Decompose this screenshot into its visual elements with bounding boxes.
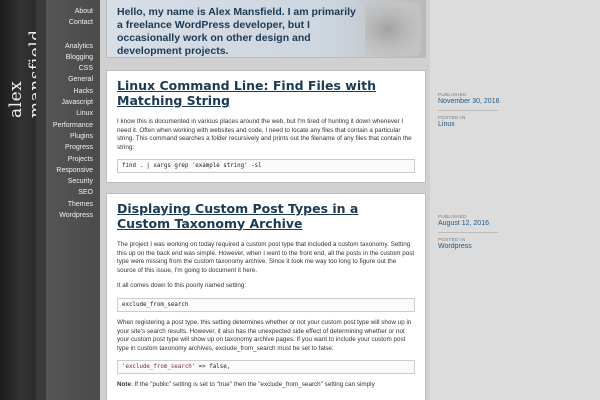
category-link-performance[interactable]: Performance bbox=[46, 120, 93, 131]
intro-banner: Hello, my name is Alex Mansfield. I am p… bbox=[106, 0, 426, 58]
post-paragraph: I know this is documented in various pla… bbox=[117, 118, 412, 151]
category-link-javascript[interactable]: Javascript bbox=[46, 97, 93, 108]
meta-divider bbox=[438, 110, 498, 111]
post-linux-find: Linux Command Line: Find Files with Matc… bbox=[106, 70, 426, 183]
category-link-general[interactable]: General bbox=[46, 74, 93, 85]
nav-link-contact[interactable]: Contact bbox=[46, 17, 93, 28]
code-string: 'exclude_from_search' bbox=[122, 364, 196, 371]
category-link-plugins[interactable]: Plugins bbox=[46, 131, 93, 142]
nav-link-about[interactable]: About bbox=[46, 6, 93, 17]
note-label: Note bbox=[117, 381, 131, 389]
code-block: find . | xargs grep 'example string' -sl bbox=[117, 159, 415, 174]
post-paragraph: The project I was working on today requi… bbox=[117, 241, 415, 274]
post-meta-custom-post-types: PUBLISHED August 12, 2016 POSTED IN Word… bbox=[438, 214, 538, 251]
post-title[interactable]: Displaying Custom Post Types in a Custom… bbox=[117, 201, 415, 231]
category-link-hacks[interactable]: Hacks bbox=[46, 86, 93, 97]
code-block: 'exclude_from_search' => false, bbox=[117, 360, 415, 375]
meta-background bbox=[430, 0, 600, 400]
sidebar-nav: About Contact Analytics Blogging CSS Gen… bbox=[46, 0, 100, 400]
post-paragraph: When registering a post type, this setti… bbox=[117, 318, 412, 352]
category-link-wordpress[interactable]: Wordpress bbox=[46, 210, 93, 221]
note-text: : If the "public" setting is set to "tru… bbox=[131, 381, 375, 389]
category-link-css[interactable]: CSS bbox=[46, 63, 93, 74]
post-custom-post-types: Displaying Custom Post Types in a Custom… bbox=[106, 193, 426, 400]
post-paragraph: It all comes down to this poorly named s… bbox=[117, 282, 247, 290]
portrait-sketch-image bbox=[365, 2, 421, 56]
meta-divider bbox=[438, 232, 498, 233]
posted-in-category[interactable]: Wordpress bbox=[438, 242, 538, 251]
category-link-responsive[interactable]: Responsive bbox=[46, 165, 93, 176]
posted-in-category[interactable]: Linux bbox=[438, 120, 538, 129]
category-link-progress[interactable]: Progress bbox=[46, 142, 93, 153]
category-link-security[interactable]: Security bbox=[46, 176, 93, 187]
published-date: November 30, 2016 bbox=[438, 98, 500, 105]
nav-stripe-dark bbox=[36, 0, 46, 400]
category-link-projects[interactable]: Projects bbox=[46, 154, 93, 165]
post-title[interactable]: Linux Command Line: Find Files with Matc… bbox=[117, 78, 415, 108]
category-link-seo[interactable]: SEO bbox=[46, 187, 93, 198]
code-text: => false, bbox=[195, 364, 231, 371]
post-note: Note: If the "public" setting is set to … bbox=[117, 381, 415, 390]
category-list: Analytics Blogging CSS General Hacks Jav… bbox=[46, 41, 93, 222]
site-name-bar: alex mansfield bbox=[0, 0, 46, 400]
category-link-linux[interactable]: Linux bbox=[46, 108, 93, 119]
category-link-blogging[interactable]: Blogging bbox=[46, 52, 93, 63]
post-meta-linux: PUBLISHED November 30, 2016 POSTED IN Li… bbox=[438, 92, 538, 129]
intro-text: Hello, my name is Alex Mansfield. I am p… bbox=[117, 6, 356, 57]
category-link-analytics[interactable]: Analytics bbox=[46, 41, 93, 52]
published-date: August 12, 2016 bbox=[438, 220, 489, 227]
code-block: exclude_from_search bbox=[117, 297, 415, 312]
category-link-themes[interactable]: Themes bbox=[46, 199, 93, 210]
